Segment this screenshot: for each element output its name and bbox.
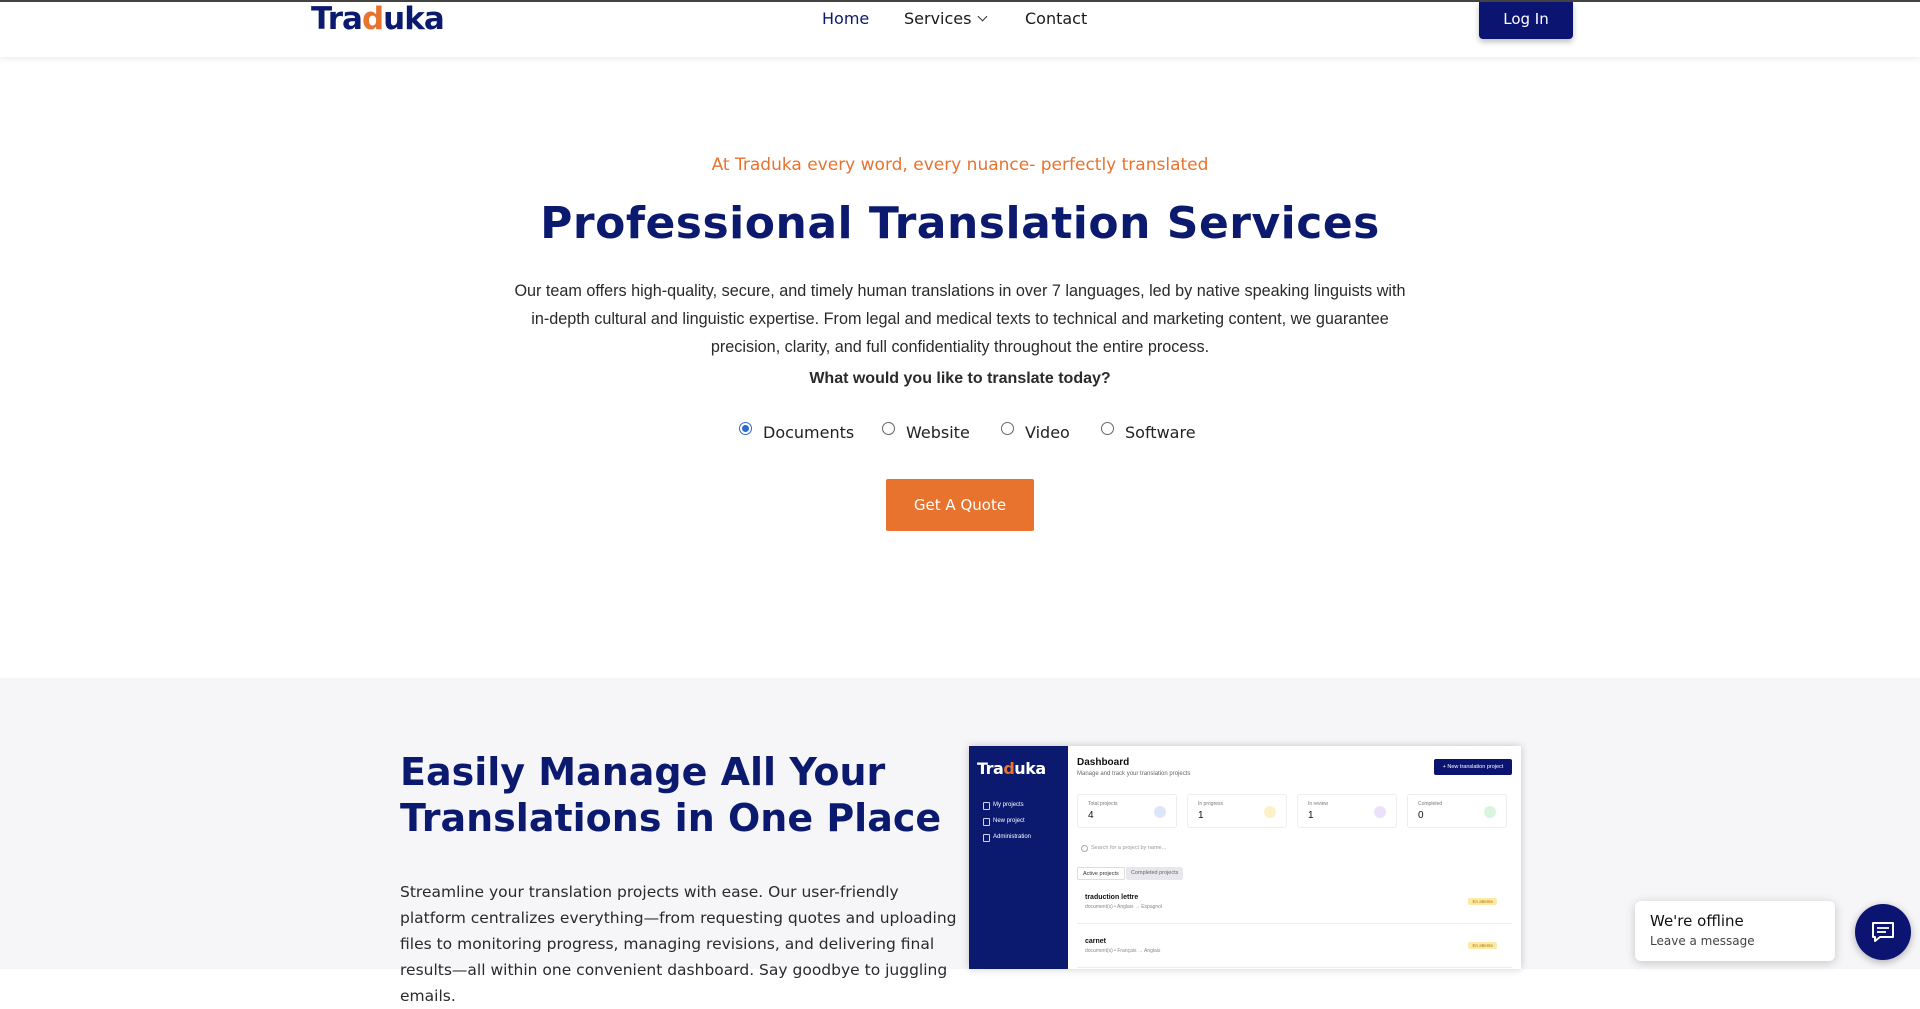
translation-type-options: Documents Website Video Software [0, 421, 1920, 443]
chat-icon [1872, 922, 1894, 942]
chat-subtitle: Leave a message [1650, 934, 1755, 948]
hero-tagline: At Traduka every word, every nuance- per… [711, 155, 1209, 175]
hero-description: Our team offers high-quality, secure, an… [514, 282, 1406, 356]
dashboard-title: Dashboard [1077, 757, 1130, 768]
login-button[interactable]: Log In [1479, 2, 1573, 39]
chat-launcher-button[interactable] [1855, 904, 1911, 960]
dashboard-nav-my-projects: My projects [983, 802, 1024, 810]
nav-home-link[interactable]: Home [822, 10, 869, 28]
dashboard-subtitle: Manage and track your translation projec… [1077, 771, 1191, 777]
chat-title: We're offline [1650, 912, 1744, 930]
nav-services-link[interactable]: Services [904, 9, 988, 28]
clock-icon [1264, 806, 1276, 818]
top-navbar: Traduka Home Services Contact Log In [0, 0, 1920, 57]
dashboard-new-project-button: + New translation project [1434, 759, 1512, 775]
radio-video[interactable] [1001, 422, 1014, 435]
nav-contact-link[interactable]: Contact [1025, 10, 1087, 28]
option-video-label: Video [1025, 423, 1070, 442]
chevron-down-icon [978, 11, 988, 22]
stat-in-progress: In progress 1 [1187, 794, 1287, 828]
dashboard-preview-image: Traduka My projects New project Administ… [969, 746, 1521, 969]
dashboard-sidebar: Traduka My projects New project Administ… [969, 746, 1068, 969]
nav-services-label: Services [904, 9, 972, 28]
status-badge: En attente [1468, 898, 1497, 905]
get-quote-button[interactable]: Get A Quote [886, 479, 1034, 531]
dashboard-nav-new-project: New project [983, 818, 1025, 826]
manage-section [0, 678, 1920, 969]
chat-offline-bubble[interactable]: We're offline Leave a message [1635, 901, 1835, 961]
stat-completed: Completed 0 [1407, 794, 1507, 828]
radio-website[interactable] [882, 422, 895, 435]
translate-question: What would you like to translate today? [809, 370, 1111, 387]
dashboard-tab-completed: Completed projects [1126, 867, 1184, 880]
hero-title: Professional Translation Services [540, 198, 1380, 249]
check-icon [1484, 806, 1496, 818]
status-badge: En attente [1468, 942, 1497, 949]
document-icon [1154, 806, 1166, 818]
edit-icon [1374, 806, 1386, 818]
option-website-label: Website [906, 423, 970, 442]
dashboard-logo: Traduka [977, 759, 1046, 778]
radio-documents[interactable] [739, 422, 752, 435]
dashboard-project-row: carnet document(s) • Français → Anglais … [1077, 930, 1512, 968]
stat-in-review: In review 1 [1297, 794, 1397, 828]
dashboard-search: Search for a project by name... [1077, 842, 1512, 854]
traduka-logo[interactable]: Traduka [311, 2, 445, 36]
manage-title: Easily Manage All Your Translations in O… [400, 750, 942, 840]
option-documents-label: Documents [763, 423, 855, 442]
option-software-label: Software [1125, 423, 1196, 442]
stat-total-projects: Total projects 4 [1077, 794, 1177, 828]
dashboard-project-row: traduction lettre document(s) • Anglais … [1077, 886, 1512, 924]
dashboard-nav-administration: Administration [982, 834, 1032, 842]
manage-description: Streamline your translation projects wit… [400, 883, 957, 1005]
radio-software[interactable] [1101, 422, 1114, 435]
dashboard-tab-active: Active projects [1077, 867, 1125, 880]
